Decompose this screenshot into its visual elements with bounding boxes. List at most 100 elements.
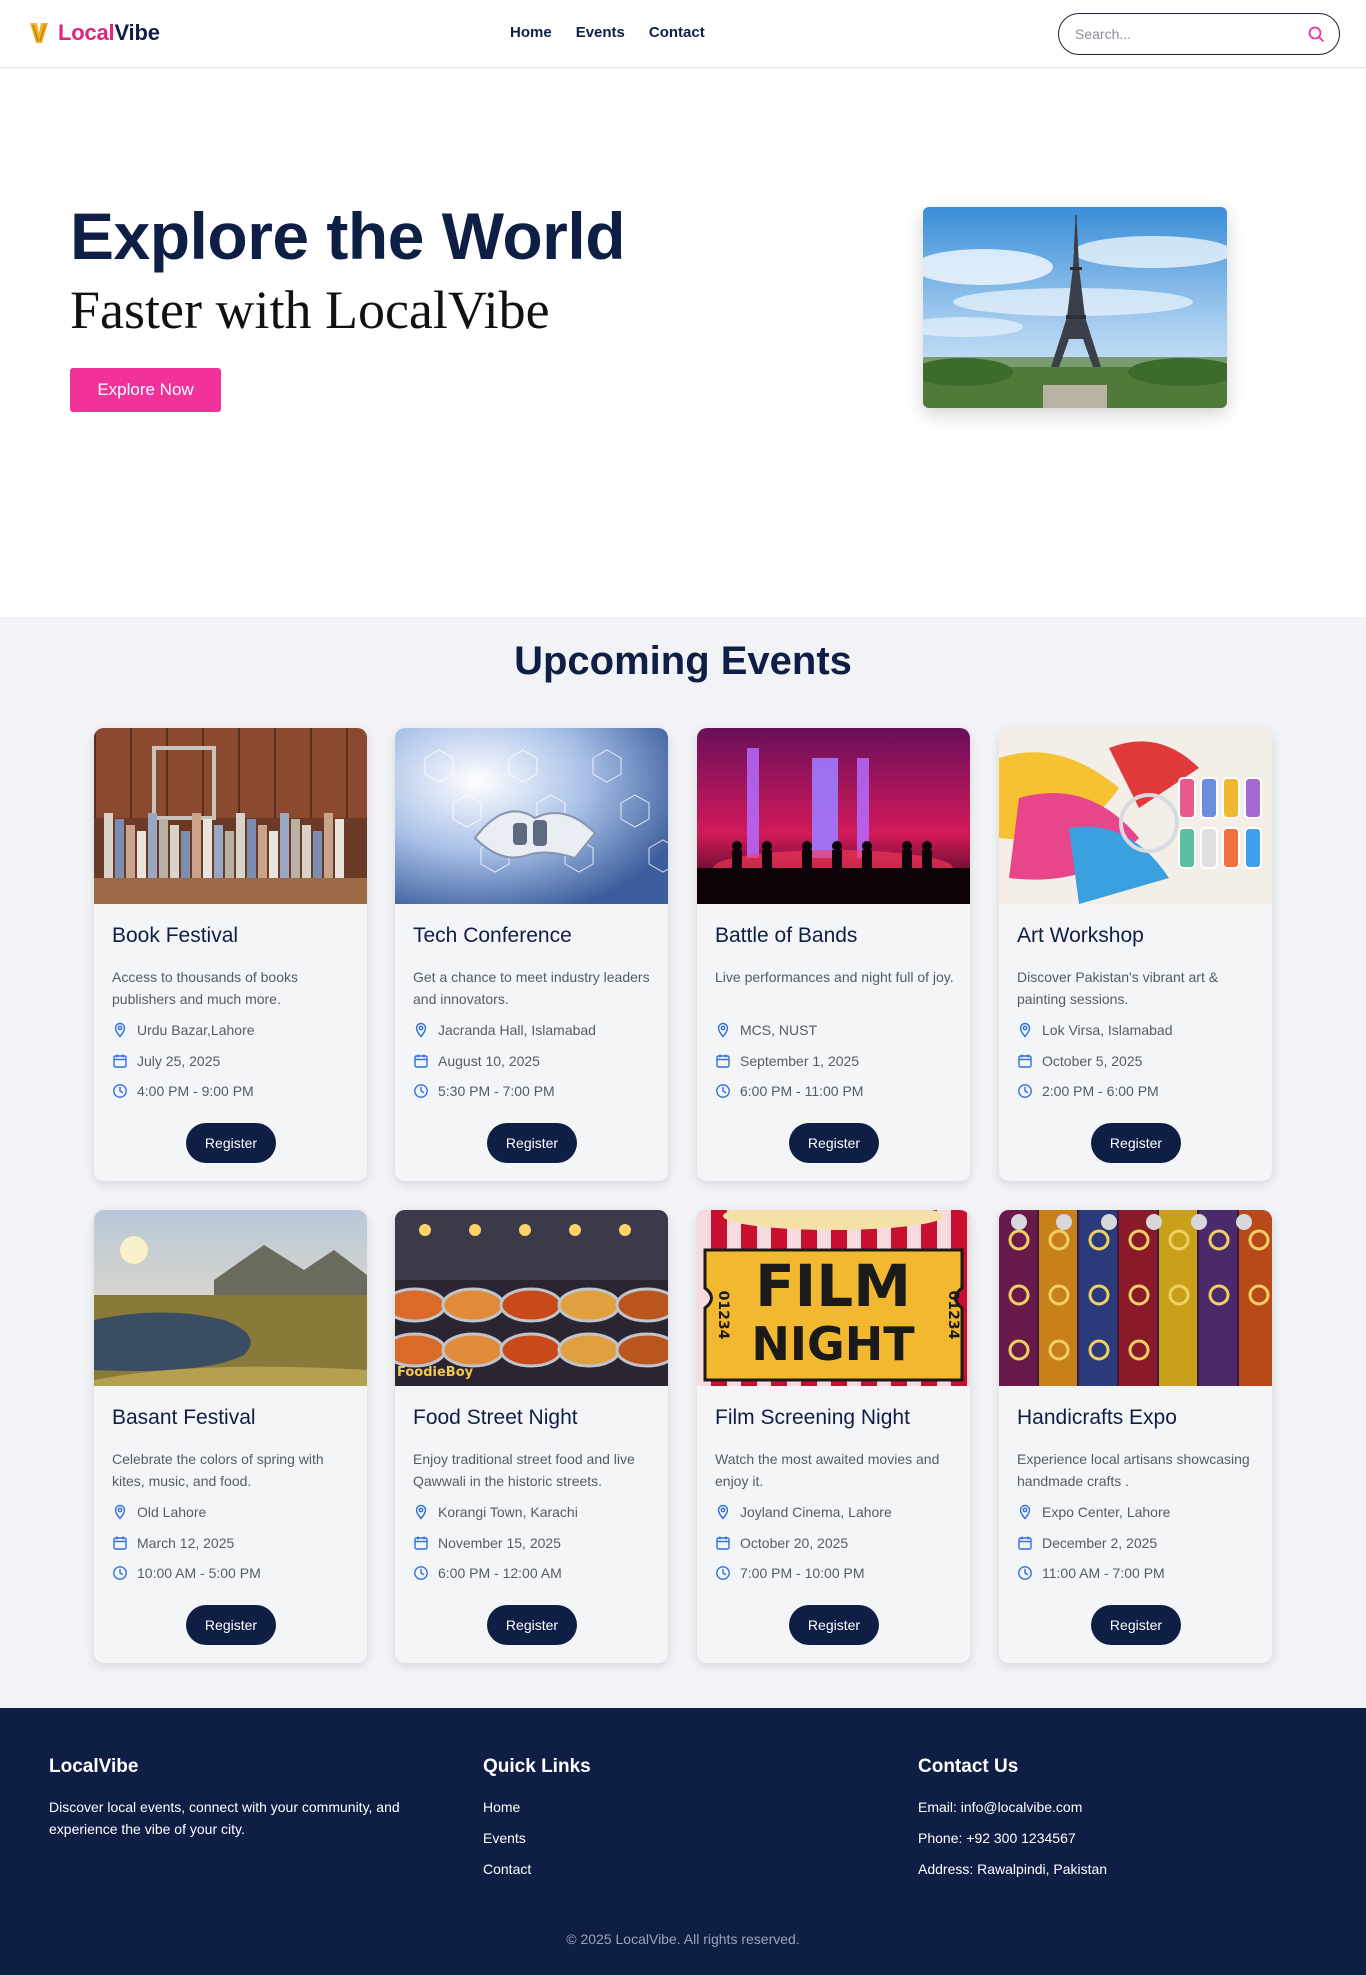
register-button[interactable]: Register [789, 1605, 879, 1645]
event-location: Urdu Bazar,Lahore [112, 1022, 255, 1038]
event-time-text: 6:00 PM - 11:00 PM [740, 1083, 864, 1099]
logo-vibe-text: Vibe [114, 20, 160, 45]
event-date-text: November 15, 2025 [438, 1535, 561, 1551]
event-description: Experience local artisans showcasing han… [1017, 1451, 1250, 1489]
event-location-text: Lok Virsa, Islamabad [1042, 1022, 1173, 1038]
event-image-books [94, 728, 367, 904]
event-card: FoodieBoy Food Street Night Enjoy traditio… [395, 1210, 668, 1663]
event-date: July 25, 2025 [112, 1053, 220, 1069]
event-date-text: October 5, 2025 [1042, 1053, 1143, 1069]
register-button[interactable]: Register [186, 1123, 276, 1163]
footer: LocalVibe Discover local events, connect… [0, 1708, 1366, 1975]
event-date: November 15, 2025 [413, 1535, 561, 1551]
logo-link[interactable]: LocalVibe [28, 20, 160, 46]
event-description: Live performances and night full of joy. [715, 969, 954, 985]
register-button[interactable]: Register [487, 1605, 577, 1645]
event-time-text: 5:30 PM - 7:00 PM [438, 1083, 555, 1099]
footer-link-contact[interactable]: Contact [483, 1858, 591, 1880]
map-pin-icon [112, 1022, 128, 1038]
event-time-text: 4:00 PM - 9:00 PM [137, 1083, 254, 1099]
clock-icon [715, 1565, 731, 1581]
event-date: October 20, 2025 [715, 1535, 848, 1551]
calendar-icon [715, 1053, 731, 1069]
event-date-text: August 10, 2025 [438, 1053, 540, 1069]
event-card: Art Workshop Discover Pakistan's vibrant … [999, 728, 1272, 1181]
event-card: FILM NIGHT 01234 01234 Film Screening Night W… [697, 1210, 970, 1663]
event-description: Celebrate the colors of spring with kite… [112, 1451, 324, 1489]
event-location-text: Urdu Bazar,Lahore [137, 1022, 255, 1038]
register-button[interactable]: Register [1091, 1123, 1181, 1163]
clock-icon [413, 1083, 429, 1099]
hero-image-eiffel-tower [923, 207, 1227, 408]
event-location-text: Jacranda Hall, Islamabad [438, 1022, 596, 1038]
event-image-embroidery [999, 1210, 1272, 1386]
search-icon[interactable] [1307, 25, 1325, 43]
event-title: Film Screening Night [715, 1406, 910, 1429]
register-button[interactable]: Register [487, 1123, 577, 1163]
nav-contact[interactable]: Contact [649, 24, 705, 41]
map-pin-icon [1017, 1022, 1033, 1038]
map-pin-icon [1017, 1504, 1033, 1520]
event-location-text: Korangi Town, Karachi [438, 1504, 578, 1520]
footer-link-home[interactable]: Home [483, 1796, 591, 1818]
event-description: Get a chance to meet industry leaders an… [413, 969, 650, 1007]
event-time-text: 2:00 PM - 6:00 PM [1042, 1083, 1159, 1099]
register-button[interactable]: Register [1091, 1605, 1181, 1645]
event-card: Book Festival Access to thousands of book… [94, 728, 367, 1181]
event-card: Basant Festival Celebrate the colors of s… [94, 1210, 367, 1663]
event-image-paints [999, 728, 1272, 904]
nav-events[interactable]: Events [576, 24, 625, 41]
register-button[interactable]: Register [789, 1123, 879, 1163]
event-location: Lok Virsa, Islamabad [1017, 1022, 1172, 1038]
footer-contact: Contact Us Email: info@localvibe.com Pho… [918, 1756, 1107, 1889]
upcoming-events-section: Upcoming Events Book Festival Access to t… [0, 617, 1366, 1708]
nav-home[interactable]: Home [510, 24, 552, 41]
event-time: 6:00 PM - 11:00 PM [715, 1083, 863, 1099]
event-card: Tech Conference Get a chance to meet indu… [395, 728, 668, 1181]
footer-about-text: Discover local events, connect with your… [49, 1799, 400, 1837]
search-input[interactable] [1075, 24, 1295, 44]
event-location-text: Joyland Cinema, Lahore [740, 1504, 892, 1520]
event-date-text: December 2, 2025 [1042, 1535, 1158, 1551]
event-date: September 1, 2025 [715, 1053, 859, 1069]
navbar: LocalVibe Home Events Contact [0, 0, 1366, 68]
event-time: 2:00 PM - 6:00 PM [1017, 1083, 1159, 1099]
event-description: Watch the most awaited movies and enjoy … [715, 1451, 940, 1489]
event-title: Art Workshop [1017, 924, 1144, 947]
event-image-robot-handshake [395, 728, 668, 904]
event-location-text: Old Lahore [137, 1504, 207, 1520]
event-title: Basant Festival [112, 1406, 256, 1429]
event-description: Access to thousands of books publishers … [112, 969, 298, 1007]
event-date-text: March 12, 2025 [137, 1535, 235, 1551]
event-date: October 5, 2025 [1017, 1053, 1142, 1069]
event-time-text: 7:00 PM - 10:00 PM [740, 1565, 865, 1581]
contact-heading: Contact Us [918, 1756, 1019, 1777]
calendar-icon [413, 1053, 429, 1069]
film-ticket-line1: FILM [755, 1252, 911, 1320]
logo-local-text: Local [58, 20, 115, 45]
footer-link-events[interactable]: Events [483, 1827, 591, 1849]
event-title: Tech Conference [413, 924, 572, 947]
event-image-landscape-river [94, 1210, 367, 1386]
event-location-text: MCS, NUST [740, 1022, 817, 1038]
calendar-icon [112, 1053, 128, 1069]
event-date-text: October 20, 2025 [740, 1535, 849, 1551]
clock-icon [1017, 1565, 1033, 1581]
event-description: Enjoy traditional street food and live Q… [413, 1451, 635, 1489]
register-button[interactable]: Register [186, 1605, 276, 1645]
calendar-icon [715, 1535, 731, 1551]
explore-now-button[interactable]: Explore Now [70, 368, 221, 412]
event-time: 7:00 PM - 10:00 PM [715, 1565, 865, 1581]
film-ticket-number-left: 01234 [715, 1291, 731, 1340]
map-pin-icon [413, 1504, 429, 1520]
clock-icon [715, 1083, 731, 1099]
event-location: Old Lahore [112, 1504, 206, 1520]
events-heading: Upcoming Events [514, 639, 852, 683]
clock-icon [1017, 1083, 1033, 1099]
calendar-icon [1017, 1535, 1033, 1551]
calendar-icon [413, 1535, 429, 1551]
event-date: March 12, 2025 [112, 1535, 234, 1551]
event-card: Battle of Bands Live performances and nig… [697, 728, 970, 1181]
event-title: Book Festival [112, 924, 239, 947]
food-stamp-text: FoodieBoy [397, 1365, 474, 1380]
